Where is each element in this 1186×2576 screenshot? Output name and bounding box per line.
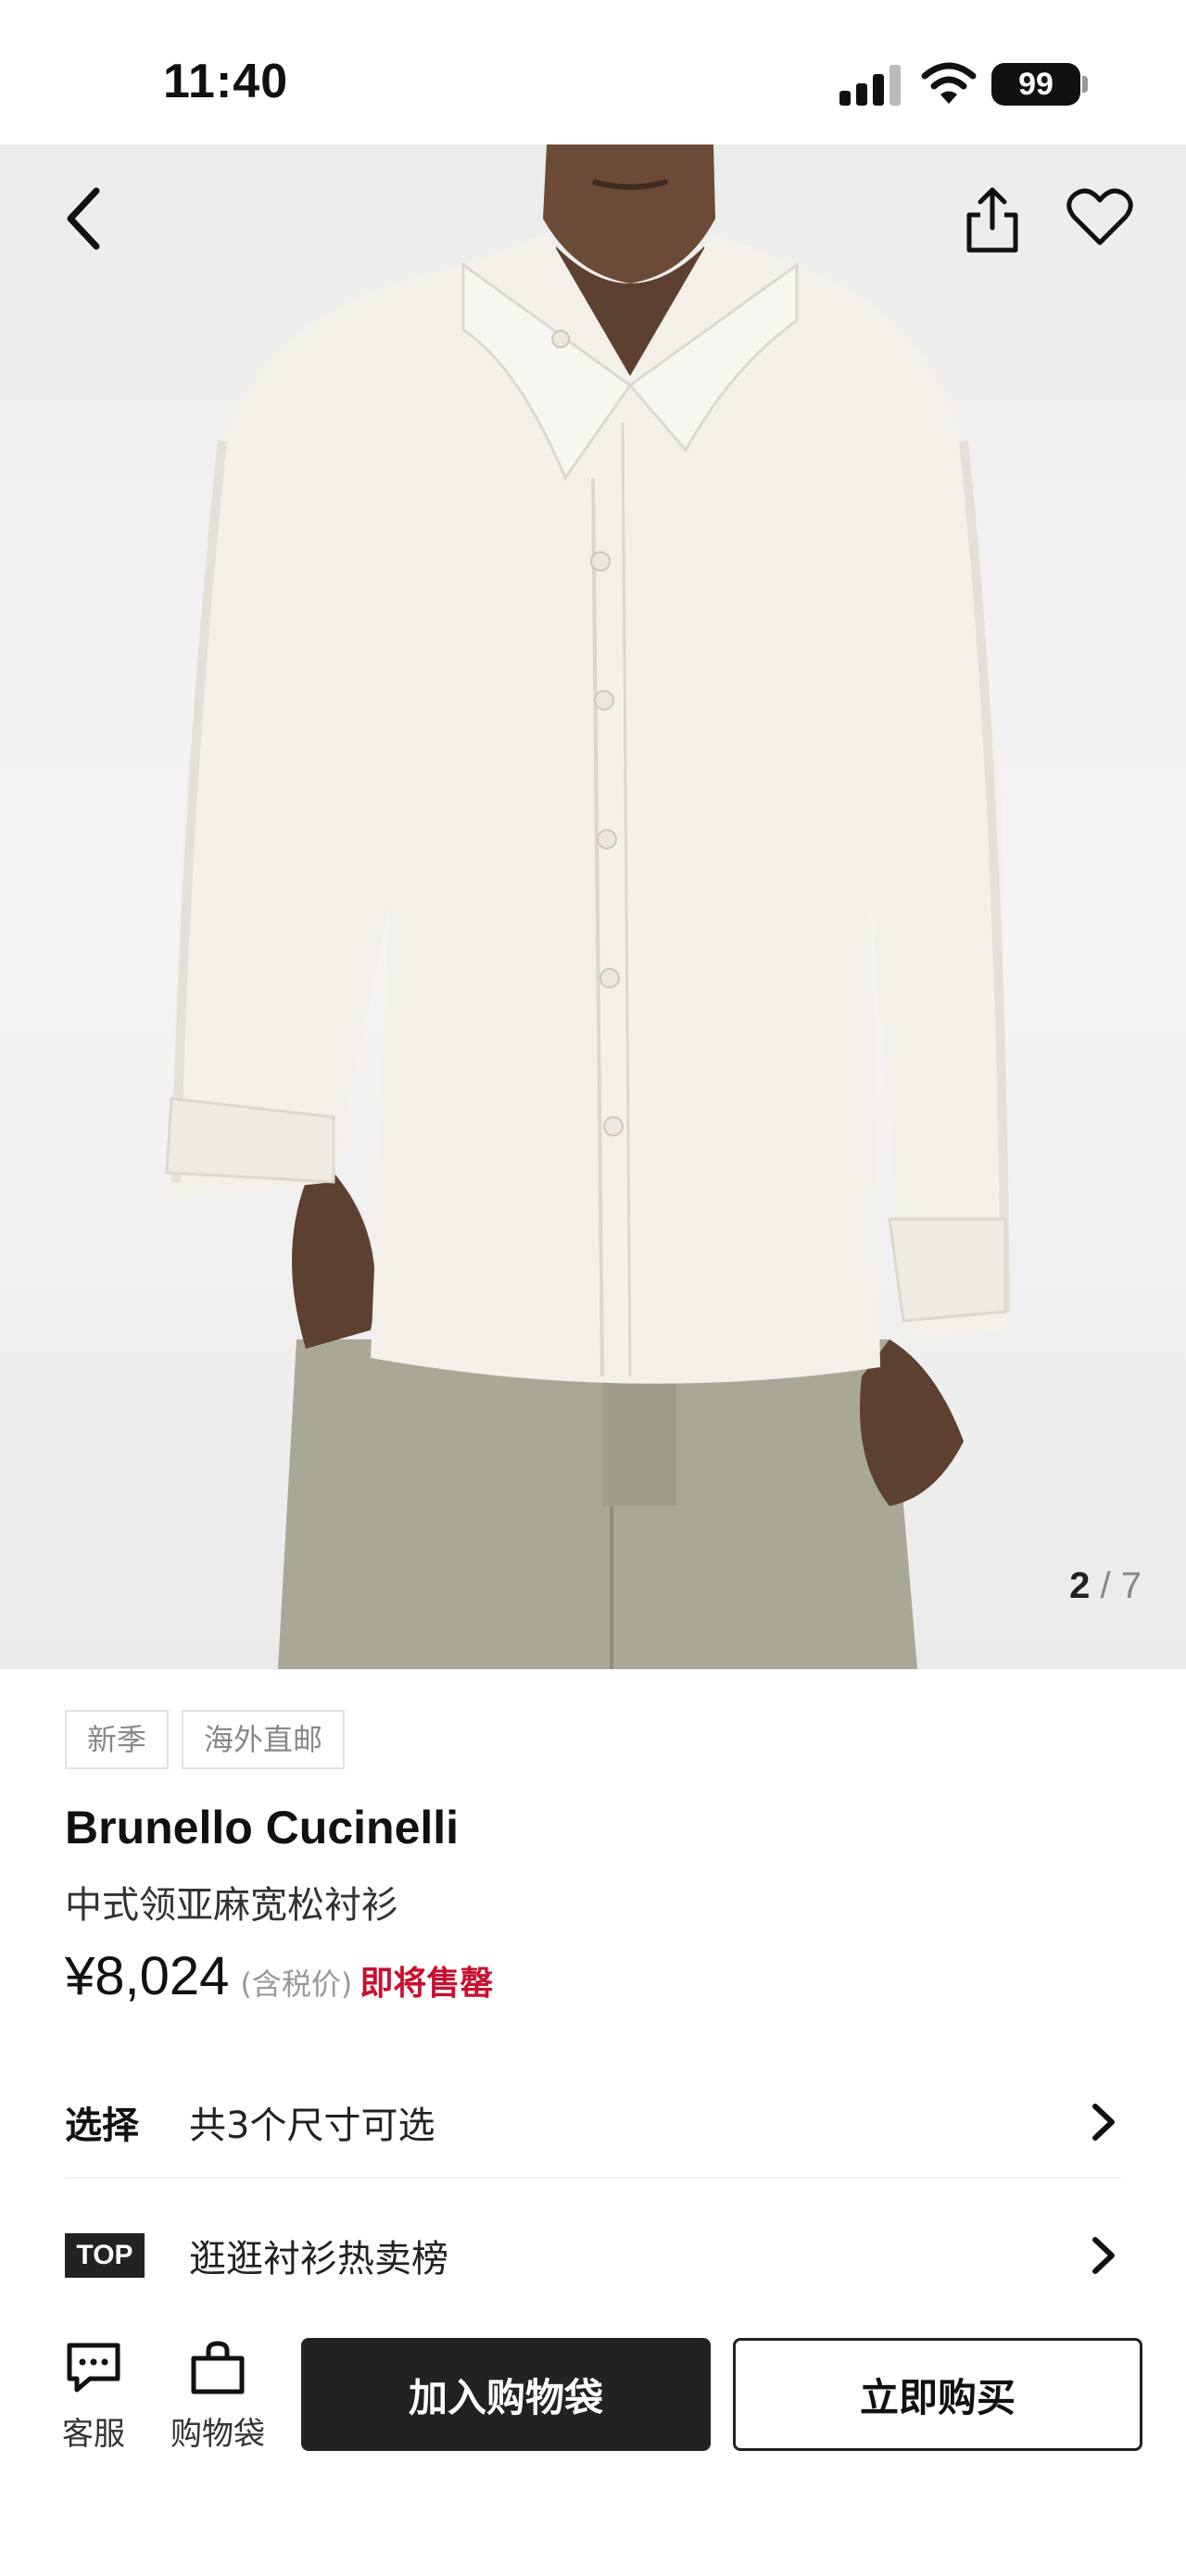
product-title: 中式领亚麻宽松衬衫 <box>65 1884 398 1927</box>
status-bar: 11:40 99 <box>0 0 1186 145</box>
battery-tip <box>1082 76 1088 93</box>
chat-icon <box>67 2343 120 2393</box>
product-photo <box>165 145 1010 1669</box>
shopping-bag-button[interactable]: 购物袋 <box>167 2340 269 2454</box>
stock-status-badge: 即将售罄 <box>360 1965 494 2003</box>
size-selector-text: 共3个尺寸可选 <box>189 2105 435 2147</box>
size-selector-label: 选择 <box>65 2105 139 2147</box>
chevron-right-icon <box>1092 2237 1115 2274</box>
tax-note: (含税价) <box>240 1967 353 2002</box>
tag-new-season: 新季 <box>65 1710 170 1769</box>
brand-name[interactable]: Brunello Cucinelli <box>65 1801 459 1854</box>
image-counter: 2 / 7 <box>1069 1565 1142 1607</box>
price-row: ¥8,024 (含税价) 即将售罄 <box>65 1945 493 2007</box>
signal-icon <box>839 65 901 106</box>
buy-now-button[interactable]: 立即购买 <box>733 2338 1142 2451</box>
wifi-icon <box>921 62 977 104</box>
battery-icon: 99 <box>991 63 1080 106</box>
product-tags: 新季 海外直邮 <box>65 1710 346 1769</box>
back-chevron-left-icon[interactable] <box>56 182 120 256</box>
customer-service-button[interactable]: 客服 <box>43 2340 145 2454</box>
top-badge: TOP <box>65 2233 145 2278</box>
image-counter-separator: / <box>1100 1565 1111 1606</box>
add-to-bag-button[interactable]: 加入购物袋 <box>301 2338 711 2451</box>
product-image-gallery[interactable]: 2 / 7 <box>0 145 1186 1669</box>
tag-overseas-direct: 海外直邮 <box>182 1710 346 1769</box>
image-counter-current: 2 <box>1069 1565 1091 1606</box>
bottom-action-bar: 客服 购物袋 加入购物袋 立即购买 <box>0 2316 1186 2576</box>
bestseller-list-text: 逛逛衬衫热卖榜 <box>189 2238 448 2281</box>
status-time: 11:40 <box>163 55 289 108</box>
image-counter-total: 7 <box>1120 1565 1142 1606</box>
share-icon[interactable] <box>960 183 1025 258</box>
customer-service-label: 客服 <box>62 2416 125 2453</box>
bestseller-list-row[interactable]: TOP 逛逛衬衫热卖榜 <box>65 2200 1121 2311</box>
chevron-right-icon <box>1092 2104 1115 2141</box>
shopping-bag-icon <box>191 2341 245 2394</box>
shopping-bag-label: 购物袋 <box>170 2416 265 2453</box>
heart-icon[interactable] <box>1066 185 1134 250</box>
price: ¥8,024 <box>65 1946 230 2006</box>
size-selector-row[interactable]: 选择 共3个尺寸可选 <box>65 2067 1121 2179</box>
